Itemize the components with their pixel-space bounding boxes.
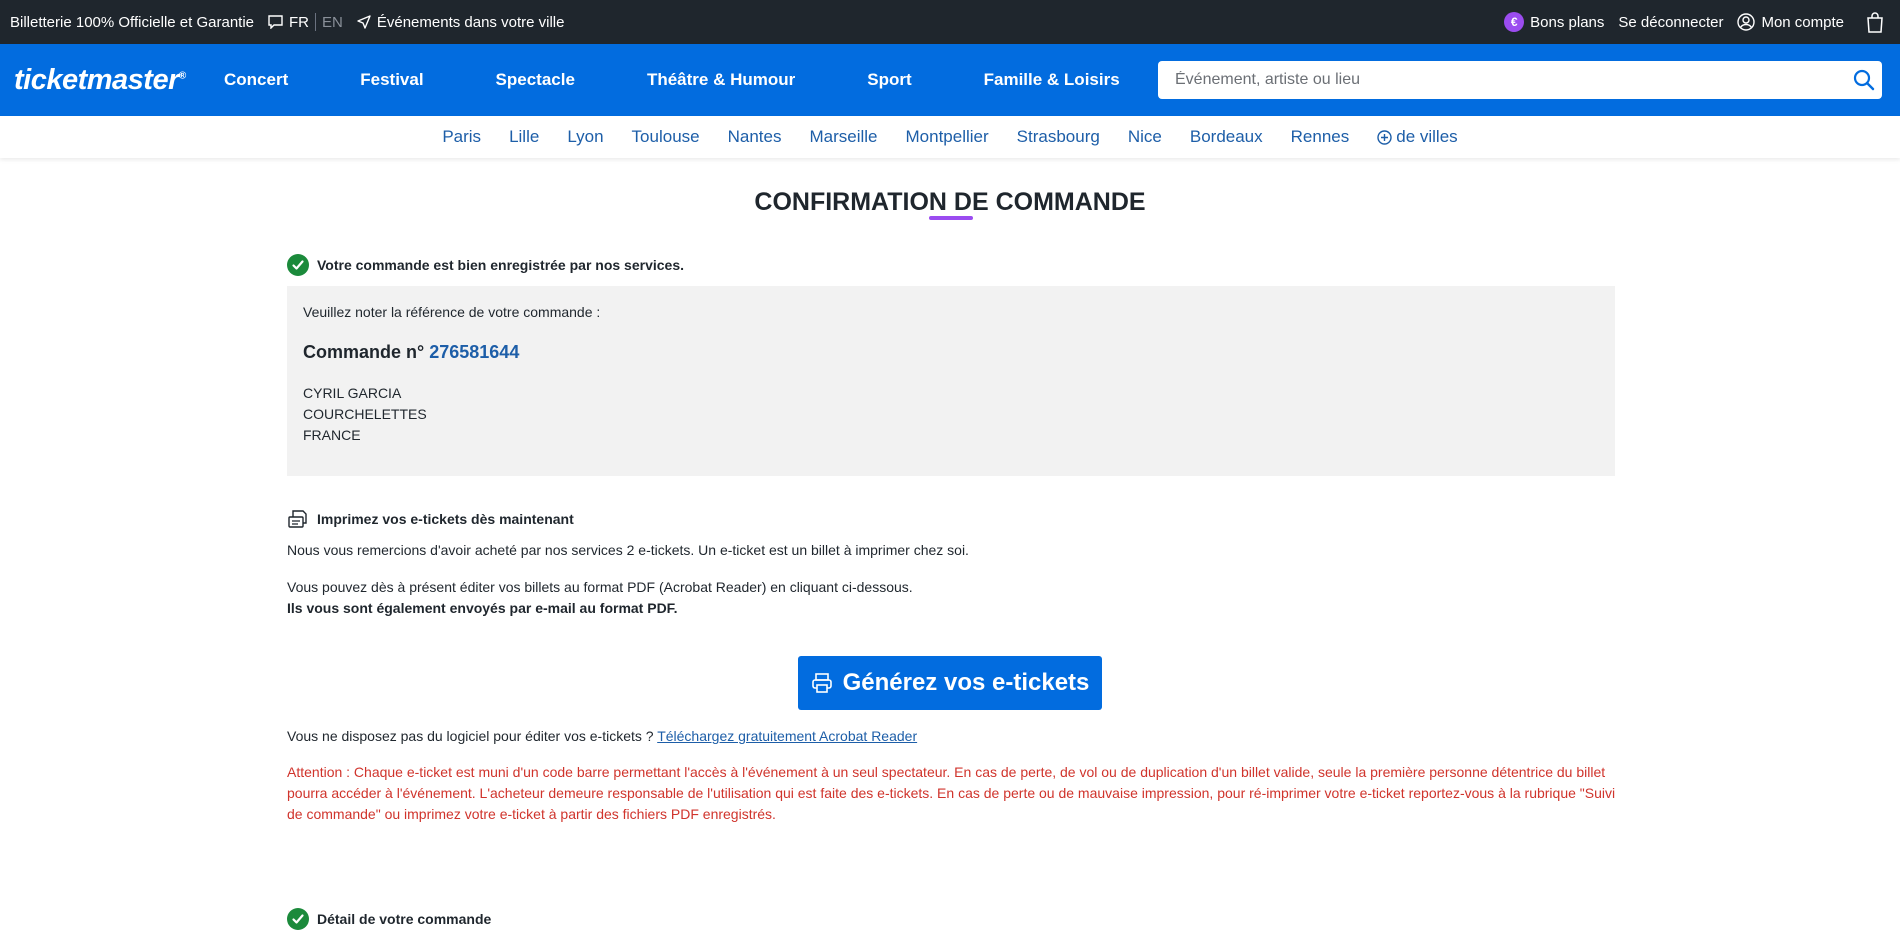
city-marseille[interactable]: Marseille — [809, 127, 877, 147]
lang-en-button[interactable]: EN — [322, 14, 343, 31]
check-icon — [287, 254, 309, 276]
category-nav: Concert Festival Spectacle Théâtre & Hum… — [224, 70, 1192, 90]
customer-address: CYRIL GARCIA COURCHELETTES FRANCE — [303, 383, 1599, 446]
lang-divider — [315, 13, 317, 31]
thanks-text: Nous vous remercions d'avoir acheté par … — [287, 542, 969, 558]
logout-link[interactable]: Se déconnecter — [1618, 14, 1723, 31]
language-switcher: FR EN — [268, 13, 343, 31]
print-heading: Imprimez vos e-tickets dès maintenant — [317, 511, 574, 527]
nav-festival[interactable]: Festival — [360, 70, 423, 90]
city-nantes[interactable]: Nantes — [728, 127, 782, 147]
order-reference-box: Veuillez noter la référence de votre com… — [287, 286, 1615, 476]
reference-note: Veuillez noter la référence de votre com… — [303, 304, 601, 320]
order-number-line: Commande n° 276581644 — [303, 342, 1599, 363]
city-strasbourg[interactable]: Strasbourg — [1017, 127, 1100, 147]
printer-tickets-icon — [288, 510, 307, 528]
logo-text: ticketmaster — [14, 63, 179, 96]
euro-icon: € — [1504, 12, 1525, 32]
location-arrow-icon — [357, 15, 371, 29]
lang-fr-button[interactable]: FR — [268, 14, 309, 31]
warning-text: Attention : Chaque e-ticket est muni d'u… — [287, 764, 1616, 822]
deals-label: Bons plans — [1530, 13, 1605, 31]
nav-concert[interactable]: Concert — [224, 70, 288, 90]
user-icon — [1737, 13, 1756, 31]
logo-registered-mark: ® — [178, 69, 186, 81]
order-label: Commande n° — [303, 342, 425, 362]
events-city-label: Événements dans votre ville — [376, 13, 565, 31]
city-lyon[interactable]: Lyon — [567, 127, 603, 147]
acrobat-line: Vous ne disposez pas du logiciel pour éd… — [287, 726, 917, 747]
chat-icon — [268, 15, 283, 29]
city-montpellier[interactable]: Montpellier — [906, 127, 989, 147]
cities-bar: Paris Lille Lyon Toulouse Nantes Marseil… — [0, 116, 1900, 158]
events-city-link[interactable]: Événements dans votre ville — [357, 13, 565, 31]
cart-icon[interactable] — [1866, 11, 1884, 33]
search-icon[interactable] — [1852, 68, 1876, 92]
plus-circle-icon — [1377, 129, 1392, 145]
account-label: Mon compte — [1761, 13, 1844, 31]
city-nice[interactable]: Nice — [1128, 127, 1162, 147]
order-detail-heading: Détail de votre commande — [317, 911, 492, 927]
search-input[interactable] — [1173, 70, 1852, 90]
city-lille[interactable]: Lille — [509, 127, 539, 147]
account-link[interactable]: Mon compte — [1737, 13, 1844, 31]
generate-etickets-label: Générez vos e-tickets — [842, 669, 1090, 696]
nav-sport[interactable]: Sport — [867, 70, 911, 90]
page-title: CONFIRMATION DE COMMANDE — [754, 188, 1146, 216]
nav-spectacle[interactable]: Spectacle — [496, 70, 575, 90]
deals-link[interactable]: € Bons plans — [1504, 12, 1604, 32]
more-cities-link[interactable]: de villes — [1377, 127, 1458, 147]
tagline: Billetterie 100% Officielle et Garantie — [10, 13, 255, 31]
acrobat-download-link[interactable]: Téléchargez gratuitement Acrobat Reader — [657, 728, 917, 744]
registered-text: Votre commande est bien enregistrée par … — [317, 257, 685, 273]
top-utility-bar: Billetterie 100% Officielle et Garantie … — [0, 0, 1900, 44]
email-info-text: Ils vous sont également envoyés par e-ma… — [287, 600, 678, 616]
generate-etickets-button[interactable]: Générez vos e-tickets — [798, 656, 1102, 710]
lang-fr-label: FR — [289, 13, 310, 31]
printer-icon — [811, 673, 832, 693]
city-bordeaux[interactable]: Bordeaux — [1190, 127, 1263, 147]
title-underline — [929, 216, 973, 220]
more-cities-label: de villes — [1396, 127, 1458, 146]
city-paris[interactable]: Paris — [442, 127, 481, 147]
nav-theatre-humour[interactable]: Théâtre & Humour — [647, 70, 795, 90]
ticketmaster-logo[interactable]: ticketmaster® — [14, 64, 224, 97]
customer-city: COURCHELETTES — [303, 406, 427, 422]
search-box — [1158, 61, 1882, 99]
customer-name: CYRIL GARCIA — [303, 385, 402, 401]
nav-famille-loisirs[interactable]: Famille & Loisirs — [984, 70, 1120, 90]
pdf-info-text: Vous pouvez dès à présent éditer vos bil… — [287, 579, 913, 595]
city-toulouse[interactable]: Toulouse — [632, 127, 700, 147]
city-rennes[interactable]: Rennes — [1291, 127, 1350, 147]
acrobat-question: Vous ne disposez pas du logiciel pour éd… — [287, 728, 654, 744]
customer-country: FRANCE — [303, 427, 361, 443]
order-number: 276581644 — [429, 342, 520, 362]
registered-notice: Votre commande est bien enregistrée par … — [287, 254, 684, 276]
print-heading-row: Imprimez vos e-tickets dès maintenant — [287, 508, 574, 530]
order-detail-heading-row: Détail de votre commande — [287, 908, 491, 930]
check-icon — [287, 908, 309, 930]
